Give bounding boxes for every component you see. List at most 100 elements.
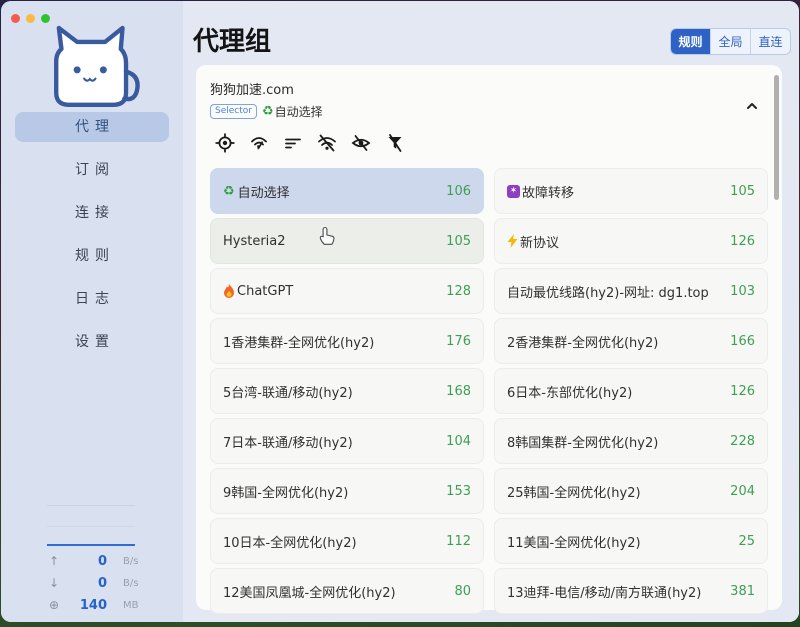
- proxy-name: 7日本-联通/移动(hy2): [223, 432, 438, 451]
- mode-button-2[interactable]: 直连: [750, 29, 790, 54]
- proxy-item[interactable]: 5台湾-联通/移动(hy2) 168: [210, 368, 484, 414]
- star-icon: ✶: [507, 185, 520, 198]
- sidebar-item-2[interactable]: 连接: [15, 198, 169, 228]
- proxy-name: 12美国凤凰城-全网优化(hy2): [223, 582, 446, 601]
- stat-value: 140: [63, 598, 107, 613]
- proxy-name: 13迪拜-电信/移动/南方联通(hy2): [507, 582, 722, 601]
- proxy-grid: ♻自动选择 106 ✶故障转移 105 Hysteria2 105 新协议 12…: [210, 168, 768, 614]
- sidebar-item-0[interactable]: 代理: [15, 112, 169, 142]
- proxy-item[interactable]: 8韩国集群-全网优化(hy2) 228: [494, 418, 768, 464]
- proxy-latency: 381: [730, 584, 755, 599]
- proxy-item[interactable]: 13迪拜-电信/移动/南方联通(hy2) 381: [494, 568, 768, 614]
- sidebar: 代理订阅连接规则日志设置 ↑ 0 B/s ↓ 0 B/s ⊕ 140 MB: [1, 1, 183, 622]
- proxy-name: 25韩国-全网优化(hy2): [507, 482, 722, 501]
- proxy-item[interactable]: 自动最优线路(hy2)-网址: dg1.top 103: [494, 268, 768, 314]
- mode-button-1[interactable]: 全局: [710, 29, 750, 54]
- group-name: 狗狗加速.com: [210, 79, 768, 98]
- proxy-item[interactable]: 6日本-东部优化(hy2) 126: [494, 368, 768, 414]
- locate-icon[interactable]: [215, 133, 235, 153]
- proxy-latency: 176: [446, 334, 471, 349]
- current-proxy: ♻ 自动选择: [262, 103, 323, 120]
- proxy-item[interactable]: 10日本-全网优化(hy2) 112: [210, 518, 484, 564]
- selector-badge: Selector: [210, 104, 257, 119]
- proxy-name: 2香港集群-全网优化(hy2): [507, 332, 722, 351]
- proxy-item[interactable]: Hysteria2 105: [210, 218, 484, 264]
- stat-row: ⊕ 140 MB: [1, 594, 183, 616]
- proxy-latency: 25: [738, 534, 755, 549]
- proxy-name: 8韩国集群-全网优化(hy2): [507, 432, 722, 451]
- sort-icon[interactable]: [283, 133, 303, 153]
- proxy-latency: 153: [446, 484, 471, 499]
- group-toolbar: [210, 133, 768, 153]
- proxy-group-card: 狗狗加速.com Selector ♻ 自动选择 ♻自动选择 106 ✶故障转移…: [196, 65, 782, 610]
- proxy-item[interactable]: 1香港集群-全网优化(hy2) 176: [210, 318, 484, 364]
- sidebar-stats: ↑ 0 B/s ↓ 0 B/s ⊕ 140 MB: [1, 505, 183, 616]
- proxy-latency: 128: [446, 284, 471, 299]
- proxy-latency: 80: [454, 584, 471, 599]
- stat-row: ↓ 0 B/s: [1, 572, 183, 594]
- proxy-name: 11美国-全网优化(hy2): [507, 532, 730, 551]
- stat-unit: B/s: [123, 578, 159, 589]
- mode-switch: 规则全局直连: [670, 28, 791, 55]
- recycle-icon: ♻: [262, 104, 274, 119]
- proxy-name: 自动最优线路(hy2)-网址: dg1.top: [507, 282, 722, 301]
- proxy-item[interactable]: 9韩国-全网优化(hy2) 153: [210, 468, 484, 514]
- scrollbar-thumb[interactable]: [774, 75, 779, 200]
- flame-icon: [223, 284, 235, 298]
- proxy-latency: 104: [446, 434, 471, 449]
- proxy-name: ChatGPT: [223, 284, 438, 299]
- traffic-total-icon: ⊕: [45, 598, 63, 612]
- bolt-icon: [507, 234, 518, 248]
- proxy-item[interactable]: ♻自动选择 106: [210, 168, 484, 214]
- proxy-item[interactable]: 7日本-联通/移动(hy2) 104: [210, 418, 484, 464]
- page-title: 代理组: [193, 21, 271, 58]
- proxy-item[interactable]: 11美国-全网优化(hy2) 25: [494, 518, 768, 564]
- collapse-button[interactable]: [746, 95, 758, 114]
- proxy-item[interactable]: ChatGPT 128: [210, 268, 484, 314]
- proxy-latency: 126: [730, 384, 755, 399]
- proxy-name: 1香港集群-全网优化(hy2): [223, 332, 438, 351]
- proxy-latency: 126: [730, 234, 755, 249]
- traffic-chart: [47, 505, 135, 546]
- proxy-item[interactable]: 25韩国-全网优化(hy2) 204: [494, 468, 768, 514]
- upload-arrow-icon: ↑: [45, 554, 63, 568]
- stat-unit: B/s: [123, 556, 159, 567]
- proxy-name: 6日本-东部优化(hy2): [507, 382, 722, 401]
- stat-row: ↑ 0 B/s: [1, 550, 183, 572]
- wifi-off-icon[interactable]: [317, 133, 337, 153]
- mode-button-0[interactable]: 规则: [671, 29, 710, 54]
- sidebar-item-4[interactable]: 日志: [15, 284, 169, 314]
- sidebar-item-3[interactable]: 规则: [15, 241, 169, 271]
- proxy-name: 5台湾-联通/移动(hy2): [223, 382, 438, 401]
- proxy-latency: 103: [730, 284, 755, 299]
- proxy-item[interactable]: 新协议 126: [494, 218, 768, 264]
- sidebar-item-1[interactable]: 订阅: [15, 155, 169, 185]
- proxy-item[interactable]: 2香港集群-全网优化(hy2) 166: [494, 318, 768, 364]
- proxy-item[interactable]: 12美国凤凰城-全网优化(hy2) 80: [210, 568, 484, 614]
- app-window: 代理订阅连接规则日志设置 ↑ 0 B/s ↓ 0 B/s ⊕ 140 MB 代理…: [1, 1, 799, 622]
- proxy-item[interactable]: ✶故障转移 105: [494, 168, 768, 214]
- proxy-latency: 204: [730, 484, 755, 499]
- close-button[interactable]: [11, 14, 20, 23]
- proxy-latency: 105: [730, 184, 755, 199]
- proxy-name: Hysteria2: [223, 234, 438, 249]
- filter-off-icon[interactable]: [385, 133, 405, 153]
- proxy-latency: 168: [446, 384, 471, 399]
- proxy-name: 新协议: [507, 232, 722, 251]
- sidebar-item-5[interactable]: 设置: [15, 327, 169, 357]
- proxy-name: ✶故障转移: [507, 182, 722, 201]
- cat-logo-icon: [33, 21, 151, 121]
- speedtest-icon[interactable]: [249, 133, 269, 153]
- stats-rows: ↑ 0 B/s ↓ 0 B/s ⊕ 140 MB: [1, 550, 183, 616]
- stat-unit: MB: [123, 600, 159, 611]
- proxy-name: 10日本-全网优化(hy2): [223, 532, 438, 551]
- chevron-up-icon: [748, 104, 756, 108]
- proxy-name: 9韩国-全网优化(hy2): [223, 482, 438, 501]
- stat-value: 0: [63, 554, 107, 569]
- proxy-latency: 228: [730, 434, 755, 449]
- proxy-name: ♻自动选择: [223, 182, 438, 201]
- sidebar-nav: 代理订阅连接规则日志设置: [15, 112, 169, 370]
- recycle-icon: ♻: [223, 184, 235, 199]
- main-area: 代理组 规则全局直连 狗狗加速.com Selector ♻ 自动选择 ♻自动选…: [183, 1, 799, 622]
- eye-off-icon[interactable]: [351, 133, 371, 153]
